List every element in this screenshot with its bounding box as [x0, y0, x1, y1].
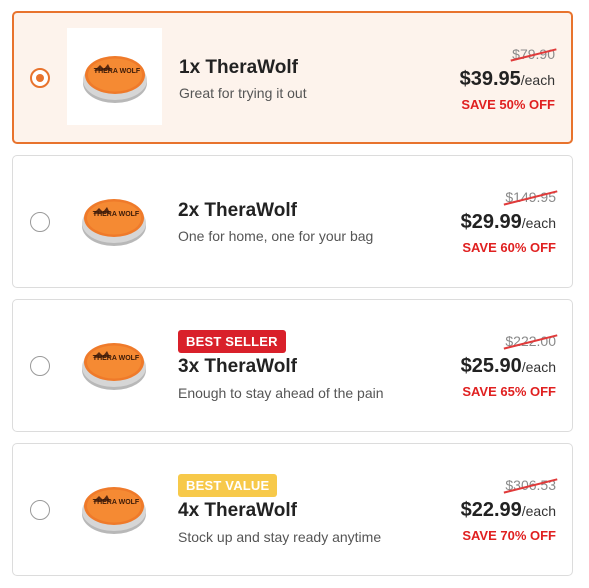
balm-tin-icon: THERA WOLF [81, 342, 146, 390]
savings-label: SAVE 65% OFF [462, 384, 556, 399]
product-image: THERA WOLF [66, 459, 161, 556]
balm-tin-icon: THERA WOLF [81, 486, 146, 534]
original-price: $306.53 [504, 477, 558, 494]
offer-title: 4x TheraWolf [178, 500, 297, 521]
offer-radio-1x[interactable] [30, 68, 50, 88]
offer-description: Enough to stay ahead of the pain [178, 385, 384, 401]
savings-label: SAVE 70% OFF [462, 528, 556, 543]
svg-text:THERA WOLF: THERA WOLF [93, 68, 140, 75]
offer-card-2x[interactable]: THERA WOLF 2x TheraWolf One for home, on… [12, 155, 573, 288]
radio-selected-dot [36, 74, 44, 82]
product-image: THERA WOLF [67, 28, 162, 125]
offer-description: Stock up and stay ready anytime [178, 529, 382, 545]
offer-pricing: $222.00 $25.90/each SAVE 65% OFF [396, 300, 558, 431]
offer-radio-2x[interactable] [30, 212, 50, 232]
savings-label: SAVE 50% OFF [461, 97, 555, 112]
original-price: $149.95 [504, 189, 558, 206]
balm-tin-icon: THERA WOLF [82, 55, 147, 103]
best-seller-badge: BEST SELLER [178, 330, 286, 353]
offer-radio-4x[interactable] [30, 500, 50, 520]
svg-text:THERA WOLF: THERA WOLF [92, 211, 139, 218]
offer-title: 3x TheraWolf [178, 356, 297, 377]
offer-pricing: $306.53 $22.99/each SAVE 70% OFF [396, 444, 558, 575]
svg-text:THERA WOLF: THERA WOLF [92, 499, 139, 506]
original-price: $79.90 [510, 46, 557, 62]
current-price: $22.99/each [460, 499, 556, 521]
balm-tin-icon: THERA WOLF [81, 198, 146, 246]
savings-label: SAVE 60% OFF [462, 240, 556, 255]
current-price: $39.95/each [459, 68, 555, 90]
svg-text:THERA WOLF: THERA WOLF [92, 355, 139, 362]
offer-list: THERA WOLF 1x TheraWolf Great for trying… [0, 0, 589, 588]
offer-card-1x[interactable]: THERA WOLF 1x TheraWolf Great for trying… [12, 11, 573, 144]
current-price: $29.99/each [460, 211, 556, 233]
offer-radio-3x[interactable] [30, 356, 50, 376]
product-image: THERA WOLF [66, 315, 161, 412]
offer-title: 2x TheraWolf [178, 200, 297, 221]
offer-description: Great for trying it out [179, 85, 307, 101]
current-price: $25.90/each [460, 355, 556, 377]
offer-pricing: $149.95 $29.99/each SAVE 60% OFF [396, 156, 558, 287]
offer-title: 1x TheraWolf [179, 57, 298, 78]
offer-card-3x[interactable]: THERA WOLF BEST SELLER 3x TheraWolf Enou… [12, 299, 573, 432]
best-value-badge: BEST VALUE [178, 474, 278, 497]
original-price: $222.00 [504, 333, 558, 350]
product-image: THERA WOLF [66, 171, 161, 268]
offer-description: One for home, one for your bag [178, 228, 374, 244]
offer-card-4x[interactable]: THERA WOLF BEST VALUE 4x TheraWolf Stock… [12, 443, 573, 576]
offer-pricing: $79.90 $39.95/each SAVE 50% OFF [395, 13, 557, 142]
